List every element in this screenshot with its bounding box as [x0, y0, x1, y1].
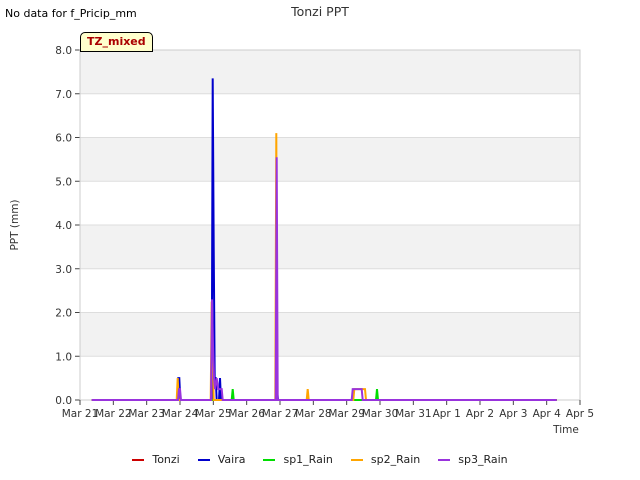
x-tick-label: Mar 30 [362, 408, 399, 420]
x-tick-label: Mar 29 [328, 408, 365, 420]
y-tick-label: 0.0 [55, 395, 72, 407]
x-tick-label: Mar 31 [395, 408, 432, 420]
y-tick-label: 5.0 [55, 176, 72, 188]
grid-band [80, 50, 580, 94]
x-tick-label: Mar 25 [195, 408, 232, 420]
x-tick-label: Mar 21 [62, 408, 99, 420]
y-tick-label: 6.0 [55, 133, 72, 145]
legend-item: sp2_Rain [350, 453, 421, 466]
y-tick-label: 8.0 [55, 45, 72, 57]
x-tick-label: Apr 4 [533, 408, 562, 420]
y-tick-label: 3.0 [55, 264, 72, 276]
x-tick-label: Apr 2 [466, 408, 494, 420]
grid-band [80, 225, 580, 269]
x-tick-label: Mar 24 [162, 408, 199, 420]
legend-label: Vaira [217, 453, 246, 466]
y-tick-label: 7.0 [55, 89, 72, 101]
legend-swatch [132, 459, 145, 461]
x-tick-label: Apr 1 [433, 408, 461, 420]
legend-item: sp1_Rain [263, 453, 333, 466]
x-tick-label: Mar 27 [262, 408, 299, 420]
x-tick-label: Mar 22 [95, 408, 132, 420]
legend-item: sp3_Rain [438, 453, 508, 466]
x-tick-label: Mar 28 [295, 408, 332, 420]
y-tick-label: 4.0 [55, 220, 72, 232]
grid-band [80, 137, 580, 182]
legend-swatch [438, 459, 451, 461]
y-tick-label: 1.0 [55, 351, 72, 363]
legend-label: sp1_Rain [283, 453, 333, 466]
y-axis-title: PPT (mm) [9, 199, 21, 250]
legend-item: Tonzi [132, 453, 180, 466]
legend-label: sp2_Rain [370, 453, 421, 466]
x-axis-title: Time [552, 424, 579, 436]
legend-swatch [263, 459, 276, 461]
legend-item: Vaira [197, 453, 246, 466]
chart-legend: Tonzi Vaira sp1_Rain sp2_Rain sp3_Rain [0, 453, 640, 466]
legend-swatch [350, 459, 363, 461]
grid-band [80, 312, 580, 357]
legend-swatch [197, 459, 210, 461]
x-tick-label: Mar 23 [128, 408, 165, 420]
legend-label: Tonzi [152, 453, 180, 466]
chart-plot: 0.01.02.03.04.05.06.07.08.0Mar 21Mar 22M… [9, 45, 594, 436]
site-badge: TZ_mixed [80, 32, 153, 52]
y-tick-label: 2.0 [55, 308, 72, 320]
x-tick-label: Apr 5 [566, 408, 594, 420]
x-tick-label: Apr 3 [499, 408, 527, 420]
legend-label: sp3_Rain [458, 453, 508, 466]
x-tick-label: Mar 26 [228, 408, 265, 420]
